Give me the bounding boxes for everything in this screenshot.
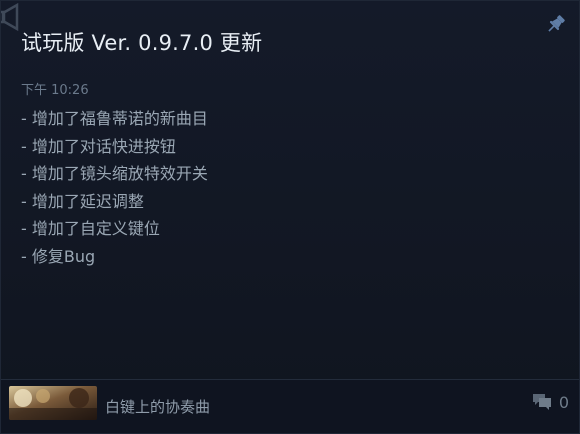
comments-button[interactable]: 0: [531, 392, 569, 412]
patch-notes-list: - 增加了福鲁蒂诺的新曲目 - 增加了对话快进按钮 - 增加了镜头缩放特效开关 …: [21, 105, 208, 270]
game-footer: 白键上的协奏曲 0: [1, 380, 579, 433]
patch-note-item: - 增加了自定义键位: [21, 219, 160, 238]
event-card: 试玩版 Ver. 0.9.7.0 更新 下午 10:26 - 增加了福鲁蒂诺的新…: [0, 0, 580, 434]
patch-note-item: - 增加了对话快进按钮: [21, 136, 176, 156]
game-thumbnail-art: [9, 386, 97, 420]
comment-count: 0: [558, 392, 569, 412]
game-thumbnail[interactable]: [9, 386, 97, 420]
speech-bubble-icon: [532, 394, 551, 410]
patch-note-item: - 修复Bug: [21, 246, 96, 266]
pin-icon[interactable]: [545, 13, 567, 35]
event-time: 下午 10:26: [21, 83, 89, 98]
patch-note-item: - 增加了延迟调整: [21, 191, 144, 211]
patch-note-item: - 增加了福鲁蒂诺的新曲目: [21, 109, 208, 128]
game-name-link[interactable]: 白键上的协奏曲: [105, 396, 210, 417]
event-title: 试玩版 Ver. 0.9.7.0 更新: [21, 31, 263, 55]
patch-note-item: - 增加了镜头缩放特效开关: [21, 164, 208, 183]
